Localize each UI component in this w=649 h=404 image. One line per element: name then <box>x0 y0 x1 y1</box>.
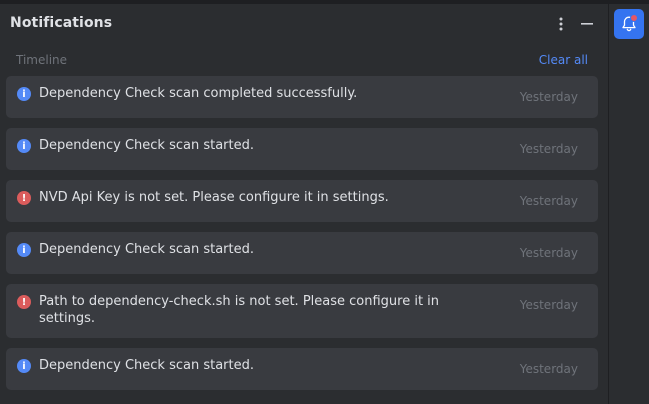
clear-all-link[interactable]: Clear all <box>539 53 588 67</box>
panel-header: Notifications <box>0 4 608 44</box>
notification-text: Path to dependency-check.sh is not set. … <box>39 294 440 326</box>
more-options-button[interactable] <box>551 14 571 34</box>
notifications-toggle-button[interactable] <box>614 9 644 39</box>
panel-title: Notifications <box>10 15 113 31</box>
info-icon: i <box>17 359 31 373</box>
notification-item[interactable]: i Dependency Check scan started. Yesterd… <box>6 128 598 170</box>
notification-item[interactable]: ! Path to dependency-check.sh is not set… <box>6 284 598 338</box>
notifications-window: Notifications Timeline Clear all i Depen… <box>0 0 649 404</box>
notification-item[interactable]: i Dependency Check scan started. Yesterd… <box>6 348 598 390</box>
notification-text: Dependency Check scan completed successf… <box>39 86 358 101</box>
notifications-panel: Notifications Timeline Clear all i Depen… <box>0 4 608 404</box>
minimize-button[interactable] <box>577 14 597 34</box>
notification-time: Yesterday <box>519 194 578 208</box>
minimize-icon <box>581 23 593 25</box>
right-tool-strip <box>609 4 649 404</box>
notification-text: Dependency Check scan started. <box>39 358 255 373</box>
more-vertical-icon <box>559 17 563 31</box>
timeline-label: Timeline <box>16 53 68 67</box>
notification-item[interactable]: i Dependency Check scan completed succes… <box>6 76 598 118</box>
error-icon: ! <box>17 295 31 309</box>
info-icon: i <box>17 243 31 257</box>
info-icon: i <box>17 87 31 101</box>
notification-time: Yesterday <box>519 362 578 376</box>
notification-item[interactable]: ! NVD Api Key is not set. Please configu… <box>6 180 598 222</box>
notification-text: Dependency Check scan started. <box>39 138 255 153</box>
timeline-row: Timeline Clear all <box>0 50 608 70</box>
error-icon: ! <box>17 191 31 205</box>
notification-text: NVD Api Key is not set. Please configure… <box>39 190 389 205</box>
notification-text: Dependency Check scan started. <box>39 242 255 257</box>
notification-item[interactable]: i Dependency Check scan started. Yesterd… <box>6 232 598 274</box>
notification-time: Yesterday <box>519 246 578 260</box>
notification-time: Yesterday <box>519 298 578 312</box>
notification-time: Yesterday <box>519 142 578 156</box>
notification-time: Yesterday <box>519 90 578 104</box>
info-icon: i <box>17 139 31 153</box>
notification-badge <box>630 14 638 22</box>
notification-list: i Dependency Check scan completed succes… <box>6 76 598 400</box>
